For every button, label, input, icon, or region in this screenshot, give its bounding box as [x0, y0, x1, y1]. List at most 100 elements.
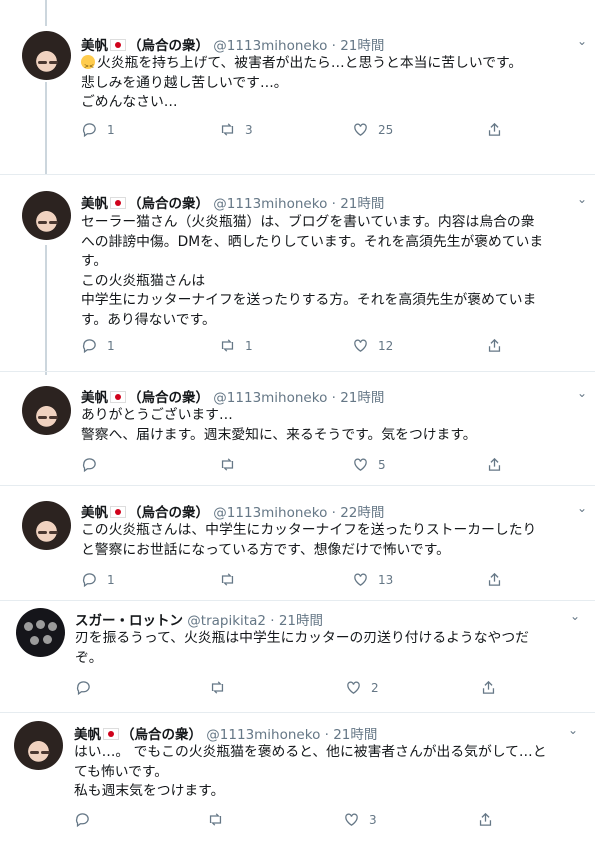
- tweet[interactable]: 美帆 （烏合の衆） @1113mihoneko · 21時間 ⌄ セーラー猫さん（…: [0, 174, 595, 370]
- handle[interactable]: @1113mihoneko: [213, 505, 327, 521]
- tweet-text: セーラー猫さん（火炎瓶猫）は、ブログを書いています。内容は烏合の衆 への誹謗中傷…: [81, 214, 544, 328]
- tweet[interactable]: スガー・ロットン @trapikita2 · 21時間 ⌄ 刃を振るうって、火炎…: [0, 600, 595, 711]
- retweet-icon: [221, 458, 234, 471]
- tweet[interactable]: 美帆（烏合の衆） @1113mihoneko · 21時間 ⌄ 火炎瓶を持ち上げ…: [0, 0, 595, 172]
- retweet-icon: [221, 123, 234, 136]
- timestamp[interactable]: 21時間: [333, 727, 377, 743]
- avatar[interactable]: [22, 191, 71, 240]
- chevron-down-icon[interactable]: ⌄: [577, 386, 587, 400]
- reply-button[interactable]: [81, 456, 107, 473]
- retweet-button[interactable]: [219, 571, 245, 588]
- tweet-actions: 1 3 25: [81, 121, 511, 139]
- avatar[interactable]: [22, 501, 71, 550]
- chevron-down-icon[interactable]: ⌄: [577, 501, 587, 515]
- retweet-button[interactable]: [219, 456, 245, 473]
- like-button[interactable]: 5: [352, 456, 386, 473]
- share-button[interactable]: [486, 121, 512, 138]
- affiliation: （烏合の衆）: [128, 390, 209, 406]
- like-button[interactable]: 25: [352, 121, 393, 138]
- japan-flag-icon: [110, 506, 126, 518]
- retweet-button[interactable]: 1: [219, 337, 253, 354]
- tweet-actions: 2: [75, 679, 505, 697]
- heart-icon: [354, 123, 367, 136]
- retweet-button[interactable]: 3: [219, 121, 253, 138]
- avatar[interactable]: [22, 386, 71, 435]
- tweet-header: 美帆 （烏合の衆） @1113mihoneko · 21時間: [81, 196, 385, 212]
- share-button[interactable]: [486, 571, 512, 588]
- japan-flag-icon: [110, 197, 126, 209]
- tweet-text: 刃を振るうって、火炎瓶は中学生にカッターの刃送り付けるようなやつだ ぞ。: [75, 630, 529, 666]
- affiliation: （烏合の衆）: [121, 727, 202, 743]
- timestamp[interactable]: 21時間: [340, 196, 384, 212]
- share-icon: [479, 812, 492, 826]
- persevering-face-emoji-icon: [81, 55, 95, 77]
- share-button[interactable]: [477, 811, 503, 828]
- chevron-down-icon[interactable]: ⌄: [577, 34, 587, 48]
- like-button[interactable]: 2: [345, 679, 379, 696]
- share-button[interactable]: [486, 456, 512, 473]
- handle[interactable]: @trapikita2: [187, 613, 266, 629]
- retweet-icon: [221, 573, 234, 586]
- share-button[interactable]: [486, 337, 512, 354]
- tweet[interactable]: 美帆 （烏合の衆） @1113mihoneko · 21時間 ⌄ はい…。 でもこ…: [0, 712, 595, 843]
- retweet-icon: [211, 681, 224, 694]
- chevron-down-icon[interactable]: ⌄: [568, 723, 578, 737]
- heart-icon: [354, 458, 367, 471]
- like-button[interactable]: 12: [352, 337, 393, 354]
- heart-icon: [347, 681, 360, 694]
- tweet-header: 美帆 （烏合の衆） @1113mihoneko · 21時間: [81, 390, 385, 406]
- chevron-down-icon[interactable]: ⌄: [570, 609, 580, 623]
- tweet-actions: 1 1 12: [81, 337, 511, 355]
- display-name[interactable]: 美帆: [81, 196, 108, 212]
- share-icon: [482, 680, 495, 694]
- retweet-button[interactable]: [209, 679, 235, 696]
- like-button[interactable]: 13: [352, 571, 393, 588]
- reply-icon: [82, 458, 96, 473]
- handle[interactable]: @1113mihoneko: [206, 727, 320, 743]
- avatar[interactable]: [22, 31, 71, 80]
- tweet-header: 美帆 （烏合の衆） @1113mihoneko · 21時間: [81, 38, 385, 54]
- tweet[interactable]: 美帆 （烏合の衆） @1113mihoneko · 22時間 ⌄ この火炎瓶さんは…: [0, 485, 595, 601]
- reply-button[interactable]: 1: [81, 121, 115, 138]
- affiliation: （烏合の衆）: [128, 505, 209, 521]
- chevron-down-icon[interactable]: ⌄: [577, 192, 587, 206]
- tweet-actions: 3: [74, 811, 504, 829]
- display-name[interactable]: 美帆: [81, 505, 108, 521]
- like-button[interactable]: 3: [343, 811, 377, 828]
- tweet-actions: 1 13: [81, 571, 511, 589]
- tweet-text: ありがとうございます… 警察へ、届けます。週末愛知に、来るそうです。気をつけます…: [81, 407, 477, 443]
- heart-icon: [345, 813, 358, 826]
- handle[interactable]: @1113mihoneko: [213, 38, 327, 54]
- heart-icon: [354, 573, 367, 586]
- display-name[interactable]: スガー・ロットン: [75, 613, 183, 629]
- japan-flag-icon: [110, 391, 126, 403]
- timestamp[interactable]: 21時間: [340, 390, 384, 406]
- retweet-icon: [209, 813, 222, 826]
- reply-button[interactable]: 1: [81, 571, 115, 588]
- heart-icon: [354, 339, 367, 352]
- tweet-text: 火炎瓶を持ち上げて、被害者が出たら…と思うと本当に苦しいです。 悲しみを通り越し…: [81, 54, 591, 113]
- timestamp[interactable]: 22時間: [340, 505, 384, 521]
- tweet-header: スガー・ロットン @trapikita2 · 21時間: [75, 613, 324, 629]
- reply-button[interactable]: [75, 679, 101, 696]
- display-name[interactable]: 美帆: [81, 390, 108, 406]
- display-name[interactable]: 美帆: [74, 727, 101, 743]
- share-icon: [488, 338, 501, 352]
- share-button[interactable]: [480, 679, 506, 696]
- retweet-button[interactable]: [207, 811, 233, 828]
- avatar[interactable]: [14, 721, 63, 770]
- share-icon: [488, 457, 501, 471]
- avatar[interactable]: [16, 608, 65, 657]
- handle[interactable]: @1113mihoneko: [213, 196, 327, 212]
- affiliation: （烏合の衆）: [128, 196, 209, 212]
- timestamp[interactable]: 21時間: [340, 38, 384, 54]
- tweet-text: この火炎瓶さんは、中学生にカッターナイフを送ったりストーカーしたり と警察にお世…: [81, 522, 537, 558]
- affiliation: （烏合の衆）: [128, 38, 209, 54]
- handle[interactable]: @1113mihoneko: [213, 390, 327, 406]
- reply-button[interactable]: [74, 811, 100, 828]
- tweet[interactable]: 美帆 （烏合の衆） @1113mihoneko · 21時間 ⌄ ありがとうござい…: [0, 371, 595, 484]
- timestamp[interactable]: 21時間: [279, 613, 323, 629]
- display-name[interactable]: 美帆: [81, 38, 108, 54]
- reply-icon: [82, 573, 96, 588]
- reply-button[interactable]: 1: [81, 337, 115, 354]
